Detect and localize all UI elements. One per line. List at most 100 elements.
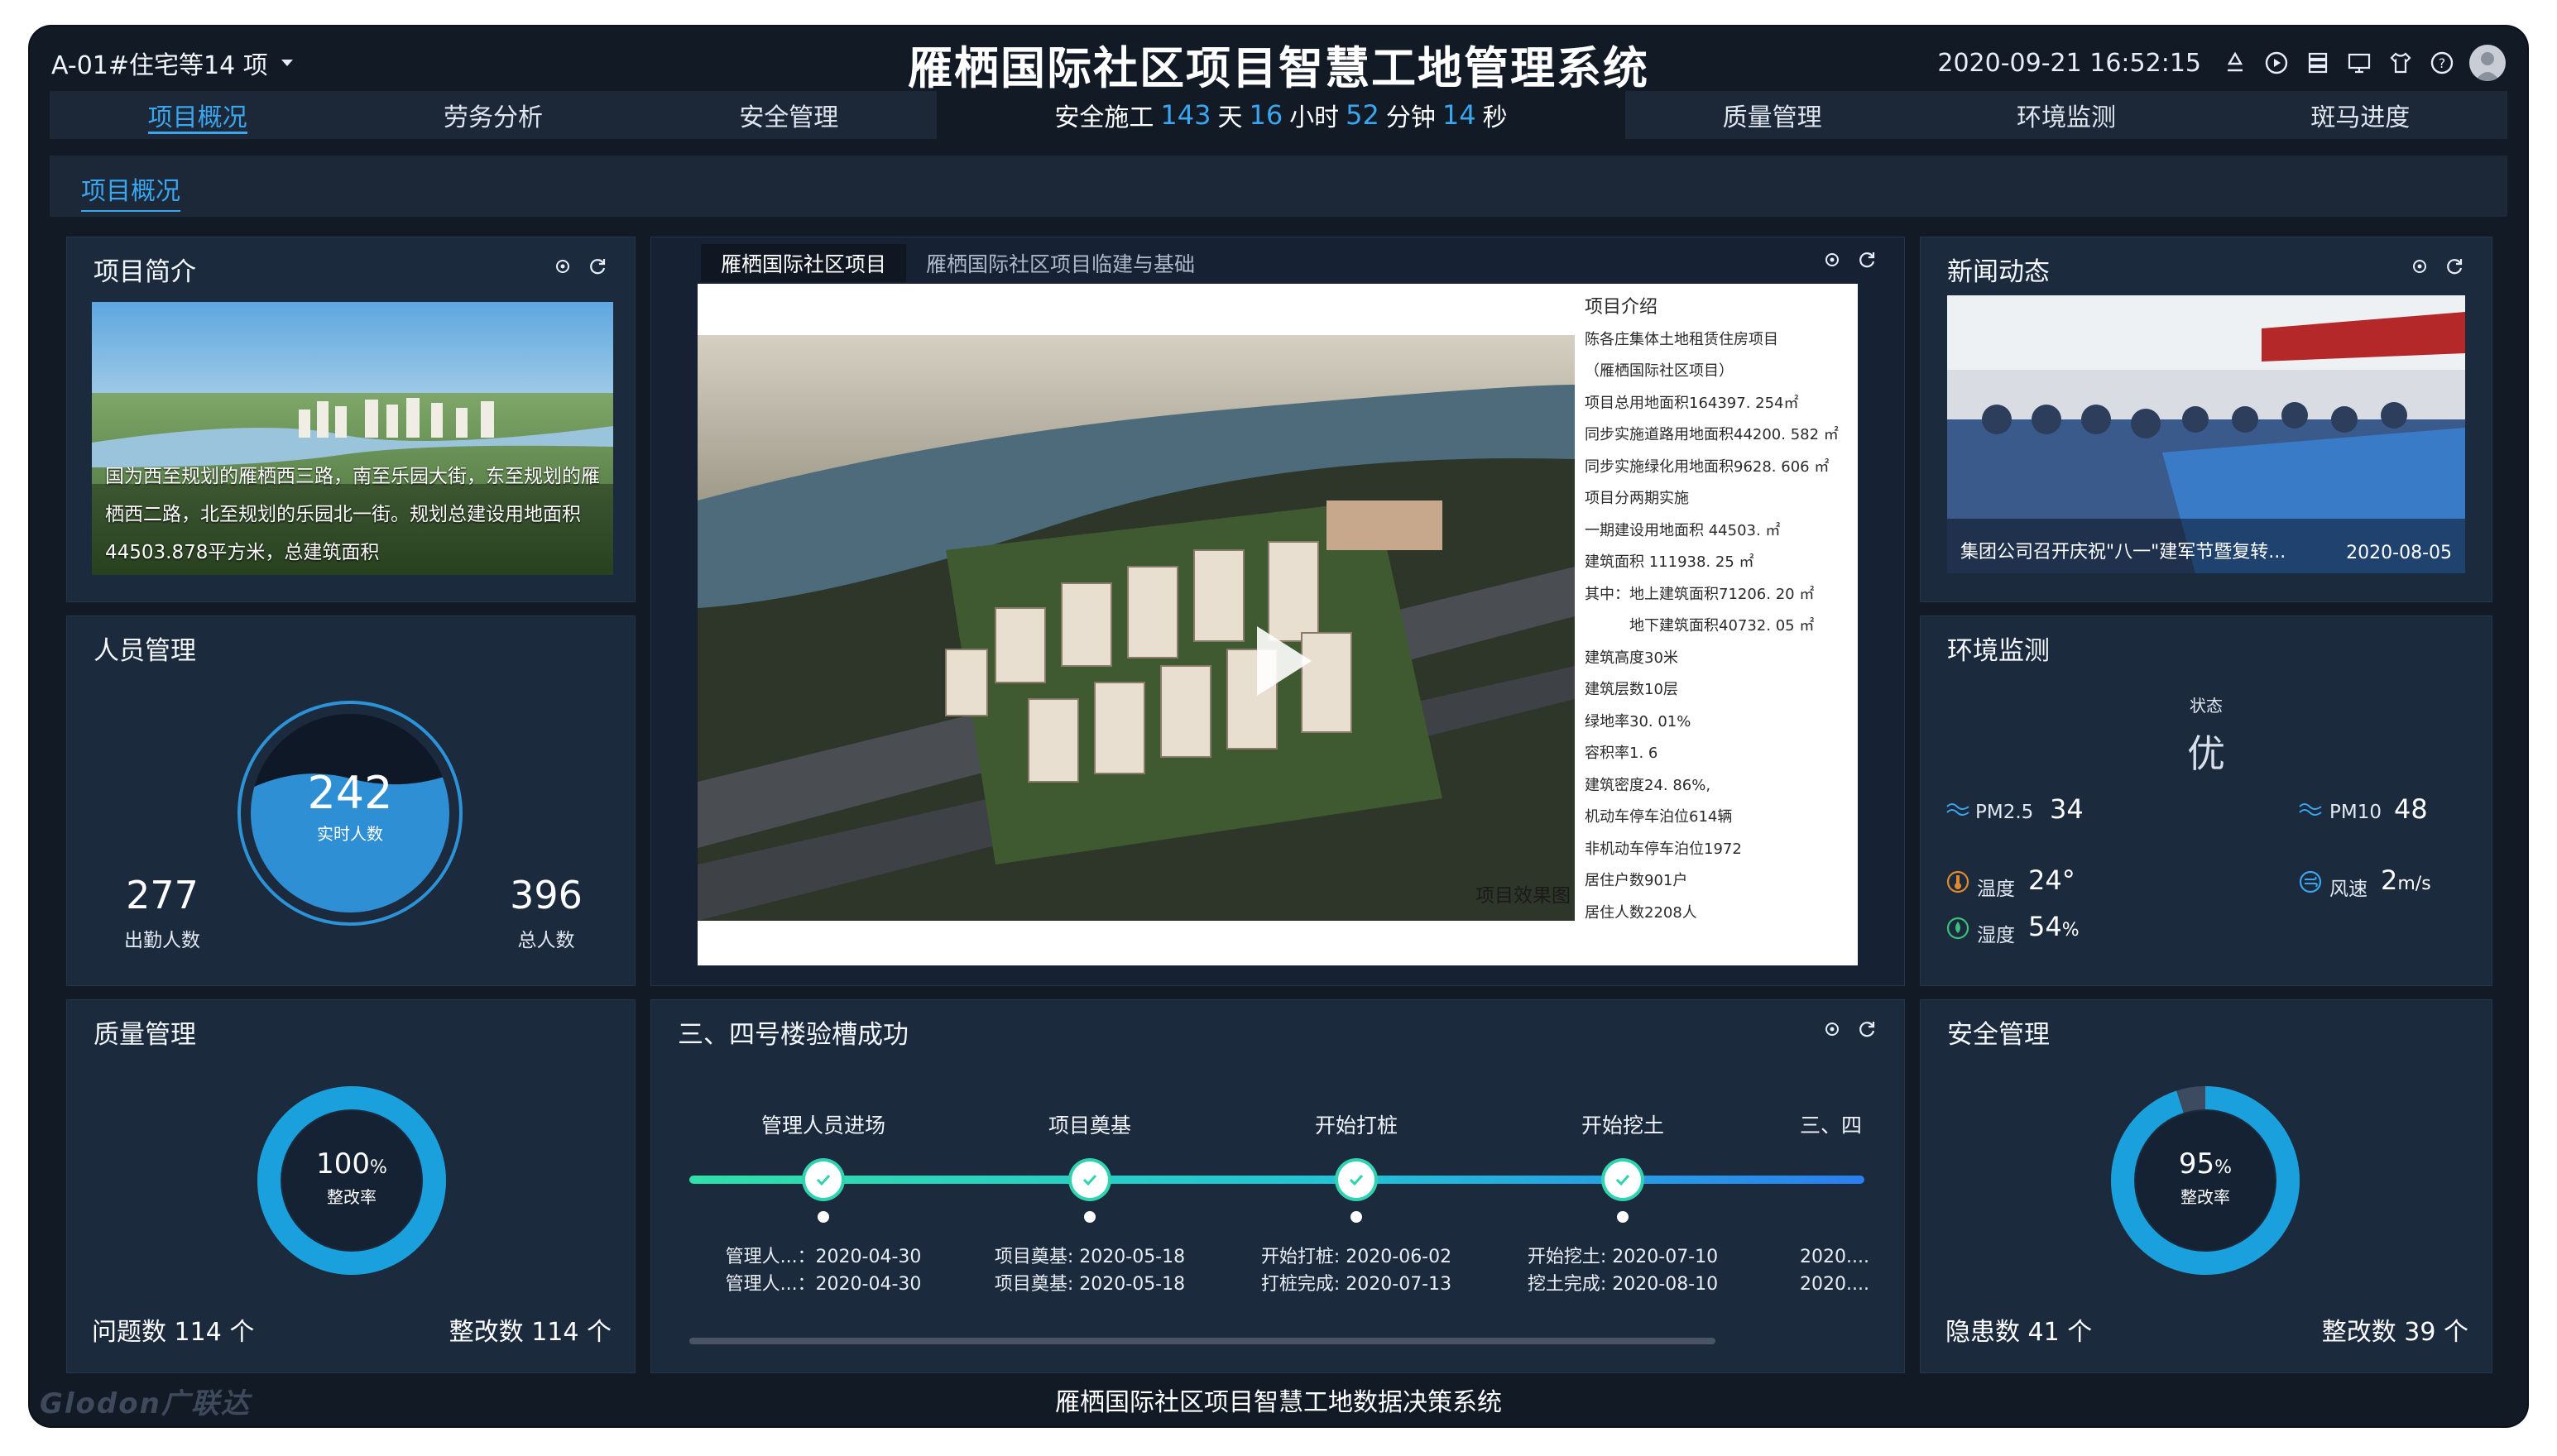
attendance-label: 出勤人数 xyxy=(124,930,200,951)
play-circle-icon[interactable] xyxy=(2262,49,2291,77)
humidity-value-group: 54% xyxy=(2028,911,2080,942)
safety-rate-unit: % xyxy=(2214,1157,2233,1178)
shirt-icon[interactable] xyxy=(2387,49,2415,77)
settings-icon[interactable] xyxy=(550,254,575,279)
news-image[interactable]: 集团公司召开庆祝"八一"建军节暨复转... 2020-08-05 xyxy=(1947,295,2465,573)
tab-labor-analysis[interactable]: 劳务分析 xyxy=(345,91,640,139)
news-caption: 集团公司召开庆祝"八一"建军节暨复转... xyxy=(1960,542,2286,563)
milestone-dot xyxy=(1617,1211,1629,1223)
safety-rate-label: 整改率 xyxy=(2180,1187,2230,1207)
tab-quality-management[interactable]: 质量管理 xyxy=(1625,91,1919,139)
tab-environment-monitoring[interactable]: 环境监测 xyxy=(1919,91,2213,139)
issues-stat: 问题数 114 个 xyxy=(92,1311,254,1348)
quality-fixed-stat: 整改数 114 个 xyxy=(449,1311,612,1348)
realtime-count-group: 242 实时人数 xyxy=(236,767,464,845)
project-spec-title: 项目介绍 xyxy=(1585,297,1658,318)
quality-rate-group: 100% 整改率 xyxy=(254,1147,449,1208)
wind-value-group: 2m/s xyxy=(2381,864,2431,896)
news-title: 新闻动态 xyxy=(1947,257,2050,287)
spec-line: 建筑面积 111938. 25 ㎡ xyxy=(1585,553,1754,571)
nav-left-group: 项目概况 劳务分析 安全管理 xyxy=(50,91,937,139)
settings-icon[interactable] xyxy=(1820,1017,1845,1042)
media-tabs: 雁栖国际社区项目 雁栖国际社区项目临建与基础 xyxy=(701,237,1215,282)
project-intro-image[interactable]: 国为西至规划的雁栖西三路，南至乐园大街，东至规划的雁栖西二路，北至规划的乐园北一… xyxy=(92,302,613,575)
refresh-icon[interactable] xyxy=(585,254,610,279)
tab-zebra-progress[interactable]: 斑马进度 xyxy=(2214,91,2507,139)
safety-rate-value: 95 xyxy=(2178,1147,2215,1181)
milestone-check-icon[interactable] xyxy=(1072,1161,1108,1198)
humidity-icon xyxy=(1946,917,1969,940)
news-date: 2020-08-05 xyxy=(2346,543,2452,563)
personnel-title: 人员管理 xyxy=(94,636,196,666)
safety-run-seconds: 14 xyxy=(1442,99,1476,131)
media-tab-project[interactable]: 雁栖国际社区项目 xyxy=(701,244,907,282)
spec-line: 陈各庄集体土地租赁住房项目 xyxy=(1585,330,1778,348)
env-status-value: 优 xyxy=(2187,731,2225,776)
server-icon[interactable] xyxy=(2304,49,2332,77)
user-avatar[interactable] xyxy=(2469,45,2506,81)
hazards-unit: 个 xyxy=(2067,1318,2093,1347)
project-render-video[interactable] xyxy=(698,335,1575,921)
hazards-stat: 隐患数 41 个 xyxy=(1945,1311,2092,1348)
settings-icon[interactable] xyxy=(2407,254,2432,279)
timeline-scrollbar[interactable] xyxy=(689,1338,1715,1344)
tab-project-overview[interactable]: 项目概况 xyxy=(50,91,345,139)
wind-unit: m/s xyxy=(2397,874,2431,894)
humidity-unit: % xyxy=(2061,920,2080,941)
subnav-project-overview[interactable]: 项目概况 xyxy=(81,170,180,212)
milestone-dot xyxy=(1350,1211,1362,1223)
pm10-icon xyxy=(2299,803,2322,816)
env-status-label: 状态 xyxy=(2190,696,2223,716)
realtime-label: 实时人数 xyxy=(317,824,383,844)
milestone-date-2: 挖土完成: 2020-08-10 xyxy=(1527,1274,1719,1295)
spec-line: 同步实施道路用地面积44200. 582 ㎡ xyxy=(1585,426,1839,443)
milestone-dot xyxy=(1084,1211,1096,1223)
media-tab-temp-foundation[interactable]: 雁栖国际社区项目临建与基础 xyxy=(906,244,1215,282)
monitor-icon[interactable] xyxy=(2345,49,2373,77)
temperature-label: 温度 xyxy=(1977,879,2015,900)
project-video-card: 项目效果图 项目介绍 陈各庄集体土地租赁住房项目 （雁栖国际社区项目） 项目总用… xyxy=(698,284,1858,965)
refresh-icon[interactable] xyxy=(1854,247,1879,272)
pm10-value: 48 xyxy=(2394,793,2428,825)
humidity-value: 54 xyxy=(2028,911,2062,942)
refresh-icon[interactable] xyxy=(1854,1017,1879,1042)
tab-safety-management[interactable]: 安全管理 xyxy=(641,91,937,139)
play-icon[interactable] xyxy=(1257,626,1312,696)
settings-icon[interactable] xyxy=(1820,247,1845,272)
milestone-check-icon[interactable] xyxy=(1605,1161,1641,1198)
timeline-track xyxy=(689,1176,1864,1184)
safety-fixed-stat: 整改数 39 个 xyxy=(2322,1311,2468,1348)
project-intro-text: 国为西至规划的雁栖西三路，南至乐园大街，东至规划的雁栖西二路，北至规划的乐园北一… xyxy=(105,466,600,563)
safety-rate-group: 95% 整改率 xyxy=(2108,1147,2303,1208)
spec-line: 项目总用地面积164397. 254㎡ xyxy=(1585,394,1799,412)
issues-label: 问题数 xyxy=(92,1318,166,1347)
milestone-check-icon[interactable] xyxy=(805,1161,842,1198)
safety-panel: 安全管理 95% 整改率 隐患数 41 个 整改数 39 个 xyxy=(1920,999,2492,1373)
attendance-count: 277 xyxy=(126,873,199,917)
humidity-label: 湿度 xyxy=(1977,925,2015,946)
milestone-date-2: 管理人...：2020-04-30 xyxy=(725,1274,922,1295)
milestone-check-icon[interactable] xyxy=(1338,1161,1374,1198)
refresh-icon[interactable] xyxy=(2442,254,2467,279)
help-icon[interactable]: ? xyxy=(2428,49,2456,77)
main-nav: 项目概况 劳务分析 安全管理 安全施工 143 天 16 小时 52 分钟 14… xyxy=(50,91,2507,139)
spec-line: 机动车停车泊位614辆 xyxy=(1585,808,1733,826)
temperature-value: 24° xyxy=(2028,864,2075,896)
milestone-dot xyxy=(818,1211,829,1223)
milestone-date-1: 项目奠基: 2020-05-18 xyxy=(994,1247,1186,1267)
quality-rate-value-line: 100% xyxy=(254,1147,449,1181)
recycle-icon[interactable] xyxy=(2221,49,2249,77)
spec-line: 同步实施绿化用地面积9628. 606 ㎡ xyxy=(1585,457,1830,476)
pm25-value: 34 xyxy=(2050,793,2084,825)
project-media-panel: 雁栖国际社区项目 雁栖国际社区项目临建与基础 项目效果图 项目介绍 陈各庄集体土… xyxy=(650,237,1905,986)
milestone-name: 开始挖土 xyxy=(1581,1114,1664,1138)
quality-rate-value: 100 xyxy=(316,1147,370,1181)
spec-line: 居住人数2208人 xyxy=(1585,903,1697,922)
safety-run-counter: 安全施工 143 天 16 小时 52 分钟 14 秒 xyxy=(937,91,1625,139)
pm25-label: PM2.5 xyxy=(1975,802,2034,823)
safety-run-days-unit: 天 xyxy=(1217,103,1243,132)
safety-title: 安全管理 xyxy=(1947,1020,2050,1050)
project-spec-list: 项目介绍 陈各庄集体土地租赁住房项目 （雁栖国际社区项目） 项目总用地面积164… xyxy=(1585,292,1858,929)
spec-line: 地下建筑面积40732. 05 ㎡ xyxy=(1585,617,1815,635)
milestone-panel: 三、四号楼验槽成功 管理人员进场 管理人...：2020-04-30 管理人...… xyxy=(650,999,1905,1373)
